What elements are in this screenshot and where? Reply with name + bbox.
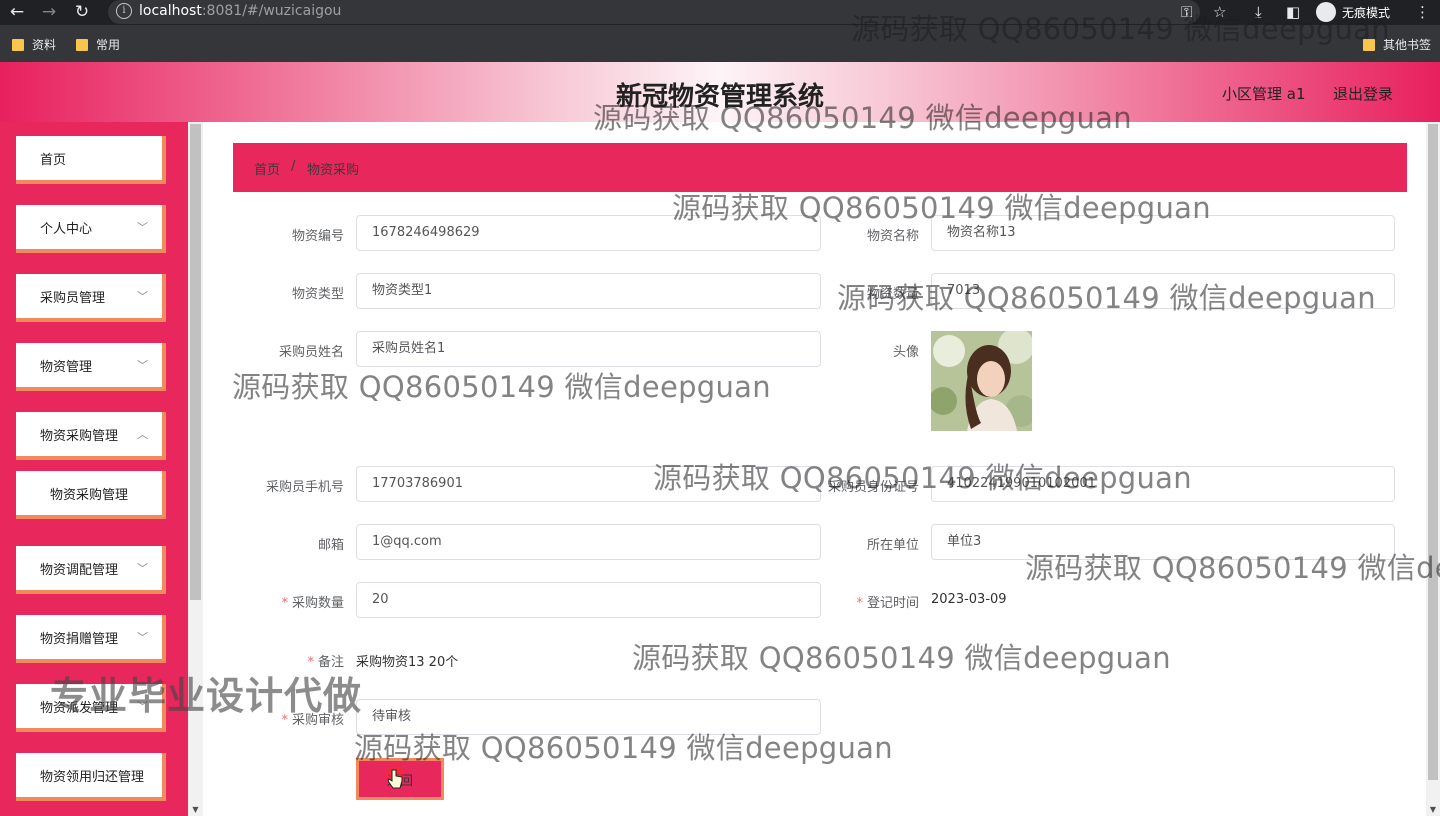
incognito-indicator[interactable]: 无痕模式 (1316, 1, 1390, 23)
app-header: 新冠物资管理系统 小区管理 a1 退出登录 (0, 62, 1440, 122)
scroll-down-arrow-icon[interactable]: ▼ (1426, 805, 1440, 814)
sidebar-item-buyer-management[interactable]: 采购员管理 ﹀ (16, 274, 166, 322)
field-label: 头像 (892, 345, 919, 360)
breadcrumb-current: 物资采购 (307, 163, 360, 178)
address-bar[interactable]: i localhost:8081/#/wuzicaigou (108, 0, 1200, 24)
purchase-review-input[interactable]: 待审核 (356, 699, 821, 735)
field-label: * 登记时间 (856, 596, 919, 611)
incognito-icon (1316, 2, 1336, 22)
sidebar-item-donation-management[interactable]: 物资捐赠管理 ﹀ (16, 615, 166, 663)
breadcrumb: 首页 / 物资采购 (233, 143, 1407, 192)
supply-quantity-input[interactable]: 7013 (931, 273, 1395, 309)
avatar (931, 331, 1032, 431)
field-label: 邮箱 (317, 538, 344, 553)
sidepanel-icon[interactable]: ◧ (1286, 3, 1300, 21)
watermark: 源码获取 QQ86050149 微信deepguan (632, 641, 1171, 675)
unit-input[interactable]: 单位3 (931, 524, 1395, 560)
field-label: 物资名称 (866, 229, 919, 244)
required-mark: * (856, 596, 863, 611)
purchase-quantity-input[interactable]: 20 (356, 582, 821, 618)
field-label: 所在单位 (866, 538, 919, 553)
site-info-icon[interactable]: i (116, 3, 132, 19)
registration-time-value: 2023-03-09 (931, 592, 1007, 607)
chevron-down-icon: ﹀ (137, 562, 148, 575)
field-label: * 采购数量 (281, 596, 344, 611)
field-label: 采购员姓名 (278, 345, 344, 360)
hand-cursor-icon (386, 766, 404, 789)
reload-icon[interactable]: ↻ (71, 2, 93, 22)
chevron-down-icon: ﹀ (137, 359, 148, 372)
scroll-down-arrow-icon[interactable]: ▼ (188, 805, 203, 814)
chevron-up-icon: ︿ (137, 428, 148, 441)
sidebar-item-borrow-return-management[interactable]: 物资领用归还管理 (16, 753, 166, 801)
browser-toolbar: ← → ↻ i localhost:8081/#/wuzicaigou ⚿ ☆ … (0, 0, 1440, 25)
folder-icon (76, 38, 88, 51)
star-icon[interactable]: ☆ (1213, 3, 1226, 21)
download-icon[interactable]: ⤓ (1255, 3, 1262, 21)
buyer-name-input[interactable]: 采购员姓名1 (356, 331, 821, 367)
breadcrumb-home[interactable]: 首页 (254, 159, 280, 178)
field-label: 物资编号 (291, 229, 344, 244)
remark-value: 采购物资13 20个 (356, 655, 459, 670)
logout-link[interactable]: 退出登录 (1333, 83, 1393, 104)
chevron-down-icon: ﹀ (137, 631, 148, 644)
back-arrow-icon[interactable]: ← (6, 2, 28, 22)
sidebar-subitem-purchase-management[interactable]: 物资采购管理 (16, 471, 166, 519)
field-label: 物资类型 (291, 287, 344, 302)
bookmark-folder[interactable]: 资料 (12, 36, 56, 53)
breadcrumb-separator: / (291, 159, 296, 174)
watermark-big: 专业毕业设计代做 (50, 674, 363, 718)
other-bookmarks[interactable]: 其他书签 (1363, 36, 1431, 53)
chevron-down-icon: ﹀ (137, 290, 148, 303)
bookmarks-bar: 资料 常用 其他书签 (0, 25, 1440, 62)
key-icon[interactable]: ⚿ (1181, 3, 1192, 21)
forward-arrow-icon[interactable]: → (38, 2, 60, 22)
supply-type-input[interactable]: 物资类型1 (356, 273, 821, 309)
scrollbar-thumb[interactable] (190, 124, 201, 600)
required-mark: * (281, 596, 288, 611)
field-label: 采购员身份证号 (827, 480, 919, 495)
url-text[interactable]: localhost:8081/#/wuzicaigou (139, 3, 341, 19)
avatar-photo (931, 331, 1032, 431)
scrollbar-thumb[interactable] (1428, 124, 1438, 780)
sidebar-item-allocation-management[interactable]: 物资调配管理 ﹀ (16, 546, 166, 594)
sidebar-item-personal-center[interactable]: 个人中心 ﹀ (16, 205, 166, 253)
current-user: 小区管理 a1 (1222, 85, 1306, 103)
supply-number-input[interactable]: 1678246498629 (356, 215, 821, 251)
buyer-phone-input[interactable]: 17703786901 (356, 466, 821, 502)
folder-icon (12, 38, 24, 51)
supply-name-input[interactable]: 物资名称13 (931, 215, 1395, 251)
buyer-id-input[interactable]: 410224199010102001 (931, 466, 1395, 502)
chevron-down-icon: ﹀ (137, 221, 148, 234)
sidebar-item-purchase-management[interactable]: 物资采购管理 ︿ (16, 412, 166, 460)
folder-icon (1363, 38, 1375, 51)
watermark: 源码获取 QQ86050149 微信deepguan (232, 370, 771, 404)
bookmark-folder[interactable]: 常用 (76, 36, 120, 53)
field-label: 采购员手机号 (265, 480, 344, 495)
page-scrollbar[interactable]: ▼ (1426, 122, 1440, 816)
email-field[interactable]: 1@qq.com (356, 524, 821, 560)
sidebar-item-home[interactable]: 首页 (16, 136, 166, 184)
sidebar-item-supplies-management[interactable]: 物资管理 ﹀ (16, 343, 166, 391)
more-menu-icon[interactable]: ⋮ (1415, 3, 1430, 21)
field-label: 物资数量 (866, 287, 919, 302)
